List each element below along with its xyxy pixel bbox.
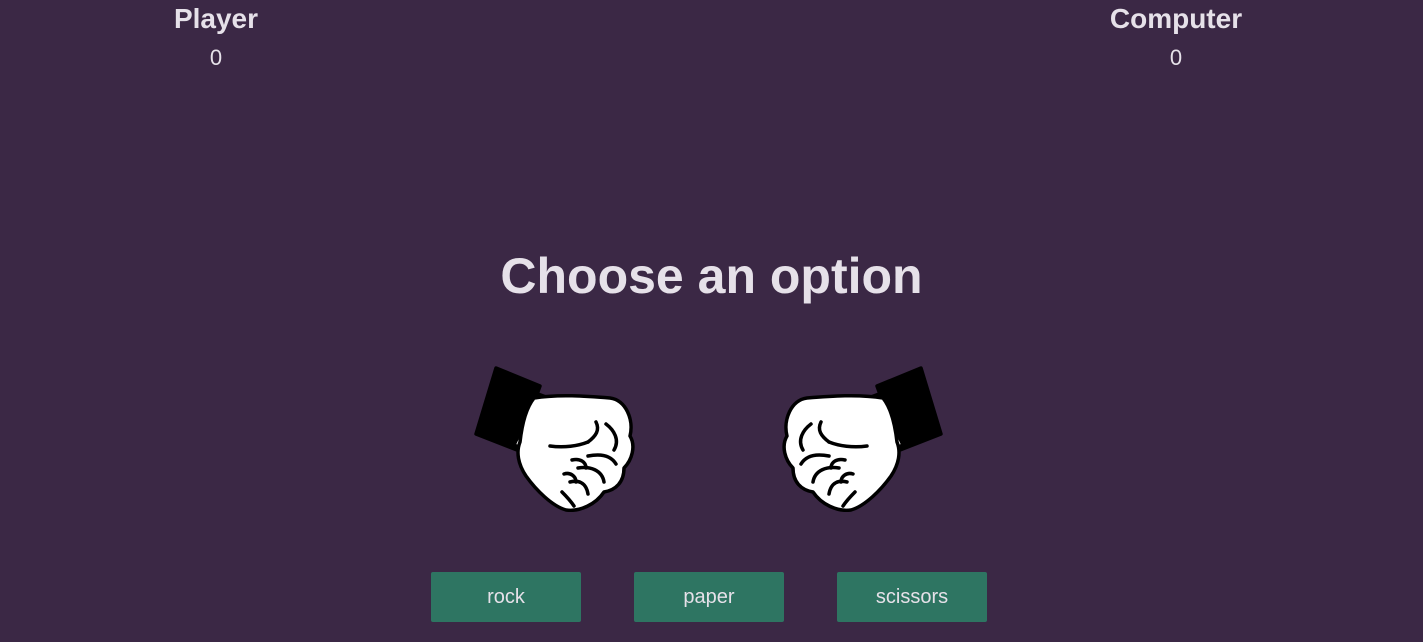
player-label: Player (173, 3, 259, 34)
game-prompt: Choose an option (500, 248, 923, 304)
computer-score-panel: Computer 0 (1056, 2, 1296, 71)
player-score-panel: Player 0 (96, 2, 336, 71)
player-hand (474, 364, 640, 512)
computer-score: 0 (1169, 45, 1183, 70)
options-bar: rock paper scissors (0, 572, 1423, 622)
rock-fist-icon (474, 366, 635, 512)
rock-fist-icon (782, 366, 943, 512)
computer-hand (777, 364, 943, 512)
scissors-button[interactable]: scissors (837, 572, 987, 622)
computer-label: Computer (1109, 3, 1243, 34)
paper-button[interactable]: paper (634, 572, 784, 622)
rock-button[interactable]: rock (431, 572, 581, 622)
player-score: 0 (209, 45, 223, 70)
